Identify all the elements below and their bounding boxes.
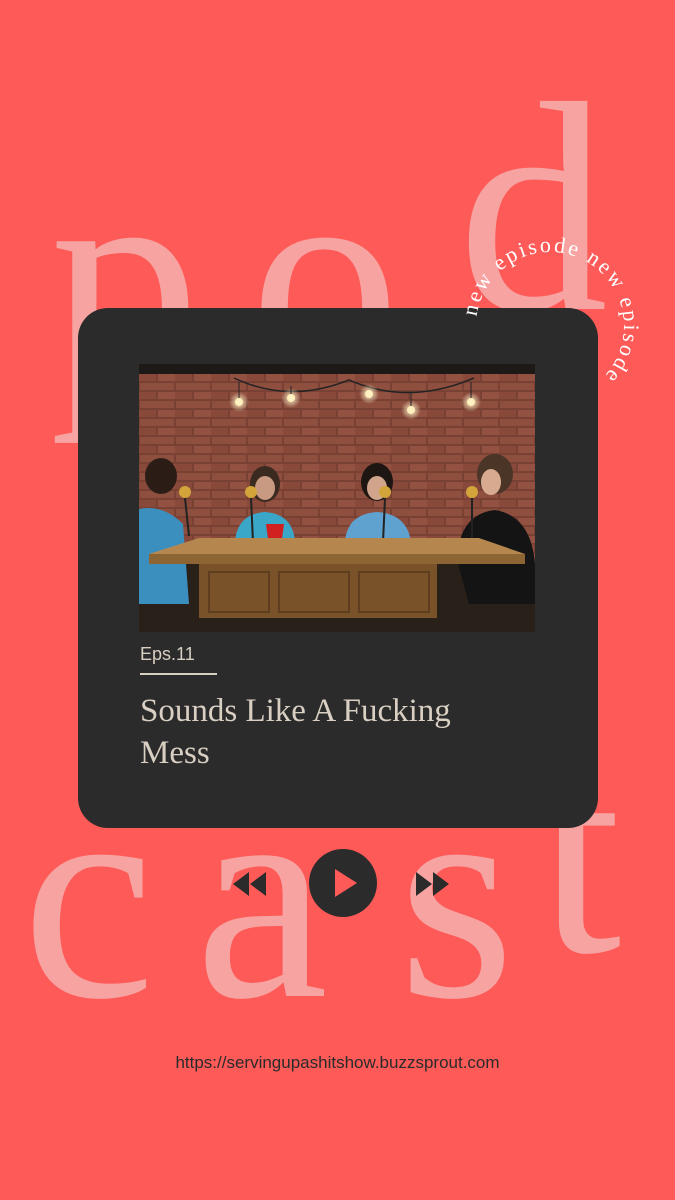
rewind-icon [233,872,266,896]
podcast-url-link[interactable]: https://servingupashitshow.buzzsprout.co… [0,1053,675,1073]
badge-ring-text: new episode new episode [457,232,644,390]
fast-forward-icon [416,872,449,896]
episode-label-underline [140,673,217,675]
play-button[interactable] [309,849,377,917]
episode-title: Sounds Like A Fucking Mess [140,693,451,771]
play-icon [309,849,377,917]
fast-forward-button[interactable] [412,868,452,900]
new-episode-badge: new episode new episode [457,232,644,390]
rewind-button[interactable] [230,868,270,900]
episode-label: Eps.11 [140,644,195,664]
